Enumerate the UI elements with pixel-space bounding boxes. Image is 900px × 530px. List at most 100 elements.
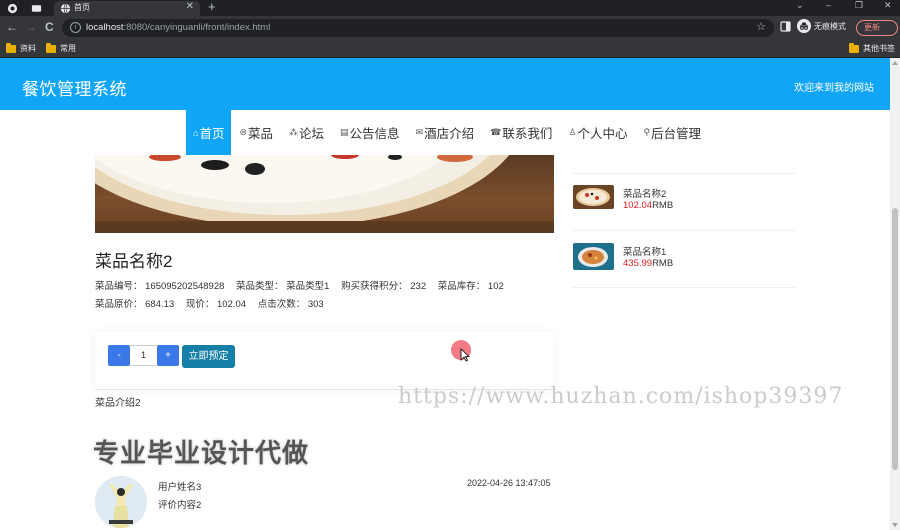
tab-close-icon[interactable]: ✕ [186, 1, 194, 12]
comment-section-heading: 专业毕业设计代做 [93, 438, 310, 468]
watermark-text: https://www.huzhan.com/ishop39397 [398, 384, 844, 409]
sidebar-divider [573, 173, 795, 174]
nav-item-forum[interactable]: ⁂ 论坛 [281, 110, 332, 155]
profile-icon[interactable] [6, 2, 18, 14]
site-title: 餐饮管理系统 [22, 80, 127, 99]
sidebar-item-dish-1[interactable]: 菜品名称1 435.99RMB [573, 243, 795, 283]
folder-icon [6, 42, 16, 53]
incognito-indicator[interactable]: 无痕模式 [797, 19, 846, 33]
nav-item-hotel-intro[interactable]: ✉ 酒店介绍 [408, 110, 483, 155]
folder-icon [46, 42, 56, 53]
tab-search-icon[interactable]: ⌄ [796, 0, 804, 11]
browser-toolbar: ← → C i localhost:8080/canyinguanli/fron… [0, 16, 900, 40]
bookmark-label: 常用 [60, 44, 76, 53]
folder-icon [849, 42, 859, 53]
nav-item-home[interactable]: ⌂ 首页 [186, 110, 232, 155]
scroll-down-arrow[interactable] [892, 523, 898, 527]
dish-info-line-1: 菜品编号： 165095202548928 菜品类型： 菜品类型1 购买获得积分… [95, 278, 513, 292]
other-bookmarks-folder[interactable]: 其他书签 [849, 42, 895, 54]
bookmark-folder-changyong[interactable]: 常用 [46, 42, 76, 54]
dish-type: 菜品类型： 菜品类型1 [236, 281, 330, 292]
dish-info-line-2: 菜品原价： 684.13 现价： 102.04 点击次数： 303 [95, 296, 333, 310]
page-scrollbar[interactable] [890, 58, 900, 530]
nav-item-contact[interactable]: ☎ 联系我们 [482, 110, 560, 155]
minimize-button[interactable]: – [826, 0, 831, 10]
home-icon: ⌂ [193, 127, 199, 138]
current-price: 现价： 102.04 [185, 299, 247, 310]
dish-image [95, 155, 554, 233]
bookmark-folder-ziliao[interactable]: 资料 [6, 42, 36, 54]
announcement-icon: ▤ [340, 127, 349, 137]
scrollbar-thumb[interactable] [892, 208, 898, 470]
nav-label: 论坛 [299, 127, 325, 141]
quantity-input[interactable]: 1 [130, 345, 157, 366]
mail-icon: ✉ [415, 127, 424, 137]
browser-tab-strip: 首页 ✕ + ⌄ – ❐ ✕ [0, 0, 900, 16]
bookmark-label: 其他书签 [863, 44, 895, 53]
update-button[interactable]: 更新 [856, 20, 898, 36]
nav-item-announcements[interactable]: ▤ 公告信息 [332, 110, 408, 155]
side-panel-icon[interactable] [780, 21, 791, 32]
globe-icon [59, 2, 71, 14]
nav-item-admin[interactable]: ⚲ 后台管理 [635, 110, 709, 155]
sidebar-dish-name: 菜品名称2 [623, 189, 667, 200]
quantity-increase-button[interactable]: + [157, 345, 179, 366]
incognito-label: 无痕模式 [814, 21, 846, 31]
bookmark-star-icon[interactable]: ☆ [756, 20, 766, 33]
reload-button[interactable]: C [45, 20, 54, 34]
sidebar-divider [573, 230, 795, 231]
nav-label: 首页 [199, 127, 225, 141]
user-icon: ♙ [568, 127, 577, 137]
sidebar-dish-price: 102.04RMB [623, 200, 674, 211]
sidebar-thumbnail [573, 185, 614, 209]
sidebar-dish-name: 菜品名称1 [623, 247, 667, 258]
close-window-button[interactable]: ✕ [884, 0, 892, 11]
sidebar-dish-price: 435.99RMB [623, 258, 674, 269]
main-nav: ⌂ 首页 ⊜ 菜品 ⁂ 论坛 ▤ 公告信息 ✉ 酒店介绍 ☎ 联系我们 ♙ 个人… [186, 110, 709, 155]
new-tab-button[interactable]: + [208, 0, 216, 14]
reserve-now-button[interactable]: 立即预定 [182, 345, 235, 368]
nav-label: 菜品 [248, 127, 274, 141]
back-button[interactable]: ← [6, 20, 18, 34]
address-bar[interactable]: i localhost:8080/canyinguanli/front/inde… [62, 19, 774, 37]
dish-points: 购买获得积分： 232 [341, 281, 427, 292]
browser-tab-active[interactable]: 首页 ✕ [54, 1, 200, 16]
incognito-icon [797, 19, 811, 33]
tab-title: 首页 [74, 3, 90, 12]
nav-item-profile[interactable]: ♙ 个人中心 [560, 110, 635, 155]
welcome-text: 欢迎来到我的网站 [794, 83, 874, 94]
nav-label: 公告信息 [349, 127, 400, 141]
nav-item-dishes[interactable]: ⊜ 菜品 [231, 110, 281, 155]
sidebar-thumbnail [573, 243, 614, 270]
link-icon: ⚲ [643, 127, 651, 137]
restore-button[interactable]: ❐ [855, 0, 863, 11]
site-header: 餐饮管理系统 欢迎来到我的网站 [0, 58, 890, 110]
page-viewport: 餐饮管理系统 欢迎来到我的网站 ⌂ 首页 ⊜ 菜品 ⁂ 论坛 ▤ 公告信息 ✉ … [0, 58, 900, 530]
forward-button[interactable]: → [25, 20, 37, 34]
quantity-decrease-button[interactable]: - [108, 345, 130, 366]
dish-title: 菜品名称2 [95, 252, 173, 271]
dish-stock: 菜品库存： 102 [437, 281, 504, 292]
original-price: 菜品原价： 684.13 [95, 299, 175, 310]
avatar [95, 476, 147, 528]
url-text[interactable]: localhost:8080/canyinguanli/front/index.… [86, 22, 270, 33]
comment-user-name: 用户姓名3 [158, 482, 202, 493]
click-count: 点击次数： 303 [257, 299, 324, 310]
comment-content: 评价内容2 [158, 500, 202, 511]
dish-number: 菜品编号： 165095202548928 [95, 281, 225, 292]
nav-label: 后台管理 [651, 127, 702, 141]
site-info-icon[interactable]: i [70, 22, 81, 33]
order-panel: - 1 + 立即预定 [95, 332, 554, 390]
tab-overview-icon[interactable] [30, 2, 42, 14]
nav-label: 酒店介绍 [424, 127, 475, 141]
dish-icon: ⊜ [239, 127, 247, 137]
bookmark-label: 资料 [20, 44, 36, 53]
nav-label: 个人中心 [577, 127, 628, 141]
dish-description: 菜品介绍2 [95, 398, 141, 409]
mouse-cursor-icon [460, 348, 470, 362]
scroll-up-arrow[interactable] [892, 61, 898, 65]
sidebar-item-dish-2[interactable]: 菜品名称2 102.04RMB [573, 185, 795, 225]
forum-icon: ⁂ [289, 127, 299, 137]
comment-timestamp: 2022-04-26 13:47:05 [467, 478, 551, 488]
bookmarks-bar: 资料 常用 其他书签 [0, 40, 900, 58]
